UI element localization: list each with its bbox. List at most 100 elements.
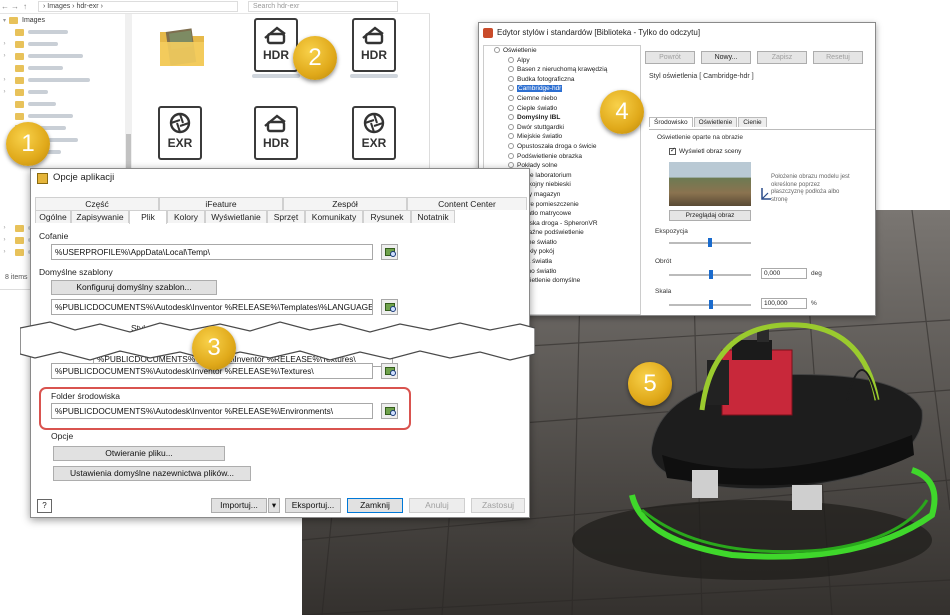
- style-item[interactable]: Podświetlenie obrazka: [484, 152, 640, 162]
- tab-lighting[interactable]: Oświetlenie: [693, 117, 738, 127]
- tree-item[interactable]: [0, 26, 125, 38]
- tab-general[interactable]: Ogólne: [35, 210, 71, 223]
- options-group-label: Opcje: [51, 431, 74, 441]
- tree-item[interactable]: ›: [0, 86, 125, 98]
- tab-assembly[interactable]: Zespół: [283, 197, 407, 210]
- folder-icon: [15, 28, 24, 36]
- style-editor-window: Edytor stylów i standardów [Biblioteka -…: [478, 22, 876, 316]
- style-item[interactable]: Miejskie światło: [484, 132, 640, 142]
- lightbulb-icon: [508, 66, 514, 73]
- tree-item[interactable]: [0, 62, 125, 74]
- chevron-right-icon[interactable]: ›: [0, 53, 9, 59]
- templates-path-input[interactable]: %PUBLICDOCUMENTS%\Autodesk\Inventor %REL…: [51, 299, 373, 315]
- lightbulb-icon: [508, 85, 514, 92]
- chevron-right-icon[interactable]: ›: [0, 237, 9, 243]
- scale-label: Skala: [655, 288, 672, 295]
- folder-icon: [15, 40, 24, 48]
- tab-drawing[interactable]: Rysunek: [363, 210, 411, 223]
- explorer-nav-bar: ← → ↑ › Images › hdr-exr › Search hdr-ex…: [0, 0, 430, 14]
- tree-item[interactable]: [0, 110, 125, 122]
- configure-template-button[interactable]: Konfiguruj domyślny szablon...: [51, 280, 217, 295]
- magnifier-icon: [390, 306, 396, 312]
- style-item[interactable]: Opustoszała droga o świcie: [484, 142, 640, 152]
- address-bar[interactable]: › Images › hdr-exr ›: [38, 1, 238, 12]
- folder-icon: [15, 112, 24, 120]
- scale-slider-thumb[interactable]: [709, 300, 713, 309]
- tree-item[interactable]: [0, 98, 125, 110]
- undo-path-input[interactable]: %USERPROFILE%\AppData\Local\Temp\: [51, 244, 373, 260]
- file-naming-defaults-button[interactable]: Ustawienia domyślne nazewnictwa plików..…: [53, 466, 251, 481]
- export-button[interactable]: Eksportuj...: [285, 498, 341, 513]
- tab-hardware[interactable]: Sprzęt: [267, 210, 305, 223]
- up-arrow-icon[interactable]: ↑: [20, 2, 30, 11]
- tab-prompts[interactable]: Komunikaty: [305, 210, 363, 223]
- folder-icon: [9, 16, 18, 24]
- back-button[interactable]: Powrót: [645, 51, 695, 64]
- tree-item-images[interactable]: ▾ Images: [0, 14, 125, 26]
- chevron-down-icon[interactable]: ▾: [0, 17, 9, 24]
- tab-save[interactable]: Zapisywanie: [71, 210, 129, 223]
- exr-file-icon: EXR: [352, 106, 396, 160]
- tab-shadows[interactable]: Cienie: [738, 117, 767, 127]
- apply-button[interactable]: Zastosuj: [471, 498, 525, 513]
- chevron-right-icon[interactable]: ›: [0, 77, 9, 83]
- checkbox-label: Wyświetl obraz sceny: [679, 148, 742, 155]
- exr-file-icon: EXR: [158, 106, 202, 160]
- camera-icon: [362, 26, 384, 45]
- rotation-input[interactable]: 0,000: [761, 268, 807, 279]
- reset-button[interactable]: Resetuj: [813, 51, 863, 64]
- folder-icon: [15, 88, 24, 96]
- folder-thumbnail-icon[interactable]: [158, 22, 206, 70]
- chevron-right-icon[interactable]: ›: [0, 41, 9, 47]
- tree-root-lighting[interactable]: Oświetlenie: [484, 46, 640, 56]
- open-file-options-button[interactable]: Otwieranie pliku...: [53, 446, 225, 461]
- rotation-slider-thumb[interactable]: [709, 270, 713, 279]
- style-item[interactable]: Alpy: [484, 56, 640, 66]
- search-input[interactable]: Search hdr-exr: [248, 1, 398, 12]
- image-position-description: Położenie obrazu modelu jest określone p…: [771, 174, 850, 203]
- browse-folder-button[interactable]: [381, 363, 398, 379]
- forward-arrow-icon[interactable]: →: [10, 2, 20, 11]
- tab-file[interactable]: Plik: [129, 210, 167, 224]
- tab-environment[interactable]: Środowisko: [649, 117, 693, 127]
- cancel-button[interactable]: Anuluj: [409, 498, 465, 513]
- style-name: Styl oświetlenia [ Cambridge-hdr ]: [649, 73, 754, 80]
- tab-colors[interactable]: Kolory: [167, 210, 205, 223]
- tree-item[interactable]: ›: [0, 74, 125, 86]
- browse-image-button[interactable]: Przeglądaj obraz: [669, 210, 751, 221]
- chevron-right-icon[interactable]: ›: [0, 89, 9, 95]
- save-button[interactable]: Zapisz: [757, 51, 807, 64]
- file-tile[interactable]: EXR: [150, 102, 210, 170]
- scale-input[interactable]: 100,000: [761, 298, 807, 309]
- file-tile[interactable]: HDR: [246, 102, 306, 170]
- exposure-slider-thumb[interactable]: [708, 238, 712, 247]
- tree-item[interactable]: ›: [0, 50, 125, 62]
- chevron-right-icon[interactable]: ›: [0, 249, 9, 255]
- tree-item[interactable]: ›: [0, 38, 125, 50]
- style-item[interactable]: Budka fotograficzna: [484, 75, 640, 85]
- show-scene-image-checkbox[interactable]: Wyświetl obraz sceny: [669, 146, 742, 155]
- lightbulb-icon: [508, 142, 514, 149]
- rotation-label: Obrót: [655, 258, 672, 265]
- back-arrow-icon[interactable]: ←: [0, 2, 10, 11]
- tab-part[interactable]: Część: [35, 197, 159, 210]
- style-item[interactable]: Basen z nieruchomą krawędzią: [484, 65, 640, 75]
- browse-folder-button[interactable]: [381, 299, 398, 315]
- import-dropdown-button[interactable]: ▾: [268, 498, 280, 513]
- file-tile[interactable]: EXR: [344, 102, 404, 170]
- scale-unit: %: [811, 300, 817, 307]
- tab-row-bottom: Ogólne Zapisywanie Plik Kolory Wyświetla…: [35, 210, 455, 224]
- new-style-button[interactable]: Nowy...: [701, 51, 751, 64]
- file-tile[interactable]: HDR: [344, 14, 404, 82]
- help-button[interactable]: ?: [37, 499, 52, 513]
- tab-ifeature[interactable]: iFeature: [159, 197, 283, 210]
- browse-folder-button[interactable]: [381, 244, 398, 260]
- tab-display[interactable]: Wyświetlanie: [205, 210, 267, 223]
- chevron-right-icon[interactable]: ›: [0, 225, 9, 231]
- close-button[interactable]: Zamknij: [347, 498, 403, 513]
- tab-notebook[interactable]: Notatnik: [411, 210, 455, 223]
- import-button[interactable]: Importuj...: [211, 498, 267, 513]
- app-icon: [483, 28, 493, 38]
- tab-content-center[interactable]: Content Center: [407, 197, 527, 210]
- checkbox-icon[interactable]: [669, 146, 676, 155]
